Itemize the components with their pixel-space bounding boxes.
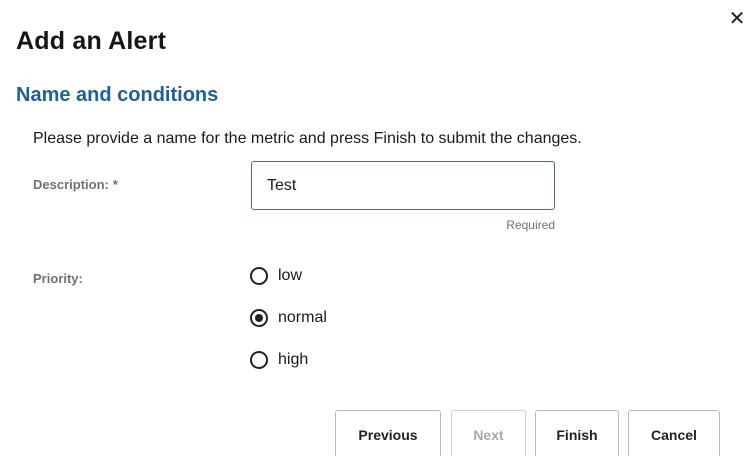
description-input[interactable] — [251, 161, 555, 210]
cancel-button[interactable]: Cancel — [628, 410, 720, 456]
priority-label: Priority: — [33, 271, 83, 286]
priority-option-label: high — [278, 351, 309, 368]
dialog-title: Add an Alert — [16, 27, 167, 55]
priority-option-high[interactable]: high — [250, 350, 308, 370]
radio-unchecked-icon[interactable] — [250, 267, 268, 285]
radio-checked-icon[interactable] — [250, 309, 268, 327]
section-title: Name and conditions — [16, 84, 219, 106]
add-alert-dialog: ✕ Add an Alert Name and conditions Pleas… — [0, 0, 746, 456]
description-label-text: Description: — [33, 177, 109, 192]
previous-button[interactable]: Previous — [335, 410, 441, 456]
next-button[interactable]: Next — [451, 410, 526, 456]
priority-option-normal[interactable]: normal — [250, 308, 327, 328]
instructions-text: Please provide a name for the metric and… — [33, 130, 582, 147]
priority-option-label: low — [278, 267, 303, 284]
priority-option-low[interactable]: low — [250, 266, 302, 286]
priority-option-label: normal — [278, 309, 327, 326]
description-label: Description: * — [33, 177, 118, 192]
radio-unchecked-icon[interactable] — [250, 351, 268, 369]
finish-button[interactable]: Finish — [535, 410, 619, 456]
required-hint: Required — [506, 218, 555, 232]
close-icon[interactable]: ✕ — [728, 8, 746, 30]
required-marker: * — [112, 177, 118, 192]
